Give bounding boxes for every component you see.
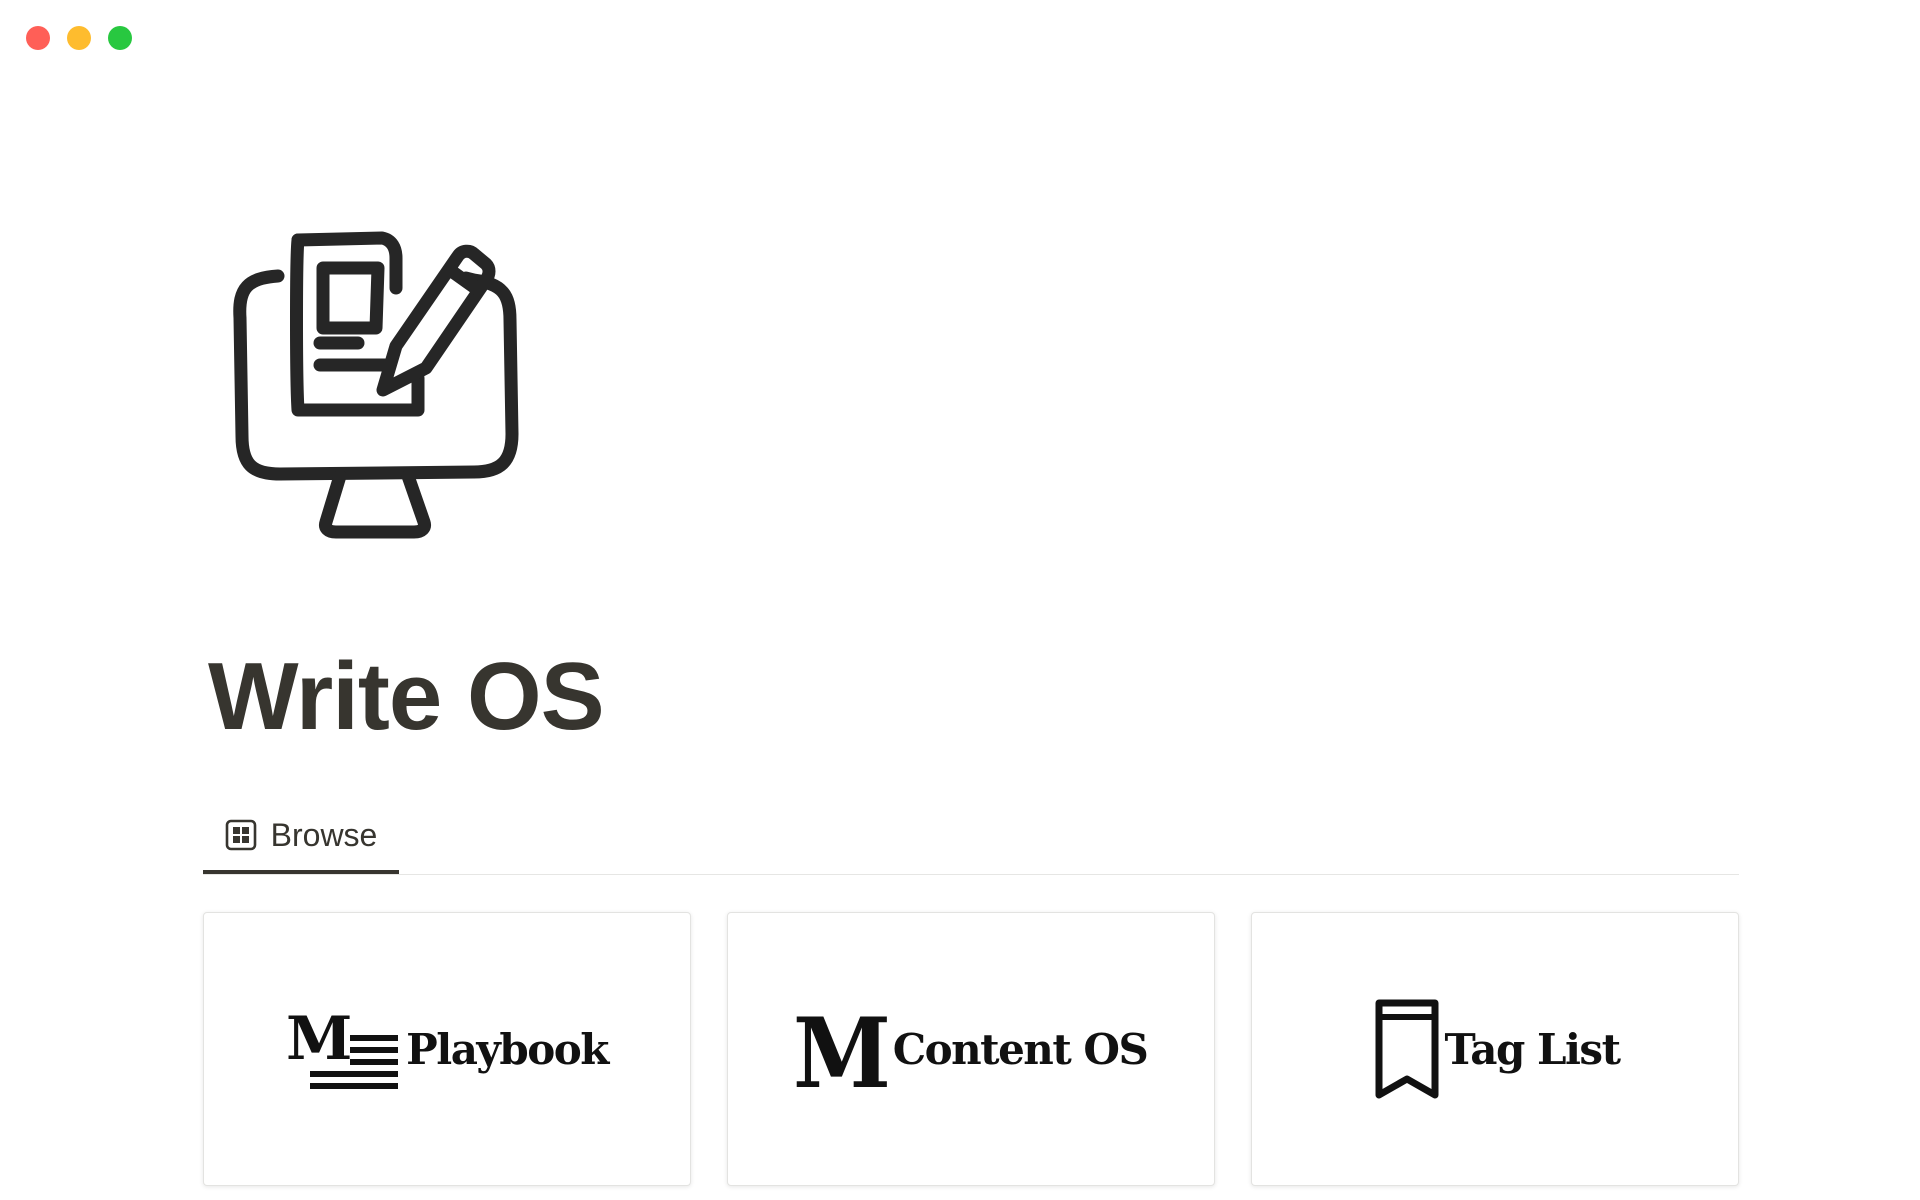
gallery-card-content-os[interactable]: M Content OS [727, 912, 1215, 1186]
svg-text:M: M [286, 1007, 352, 1074]
page-title: Write OS [208, 643, 605, 750]
tab-label: Browse [270, 816, 378, 853]
gallery-card-playbook[interactable]: M Playbook [203, 912, 691, 1186]
monitor-with-document-and-pencil-icon [233, 231, 519, 539]
m-lines-logo-icon: M [286, 1007, 404, 1091]
window-controls [26, 26, 132, 50]
card-title: Content OS [892, 1024, 1149, 1074]
m-serif-logo-icon: M [795, 1007, 891, 1091]
close-window-button[interactable] [26, 26, 50, 50]
page-icon[interactable] [228, 228, 528, 540]
view-tabs: Browse [203, 800, 1739, 875]
svg-text:M: M [795, 1007, 891, 1091]
gallery: M Playbook M Content OS Tag List [203, 912, 1739, 1186]
zoom-window-button[interactable] [108, 26, 132, 50]
bookmark-icon [1371, 997, 1443, 1101]
minimize-window-button[interactable] [67, 26, 91, 50]
card-title: Playbook [406, 1024, 609, 1074]
gallery-card-tag-list[interactable]: Tag List [1251, 912, 1739, 1186]
tab-browse[interactable]: Browse [203, 800, 399, 874]
gallery-view-icon [225, 819, 256, 851]
card-title: Tag List [1444, 1024, 1621, 1074]
